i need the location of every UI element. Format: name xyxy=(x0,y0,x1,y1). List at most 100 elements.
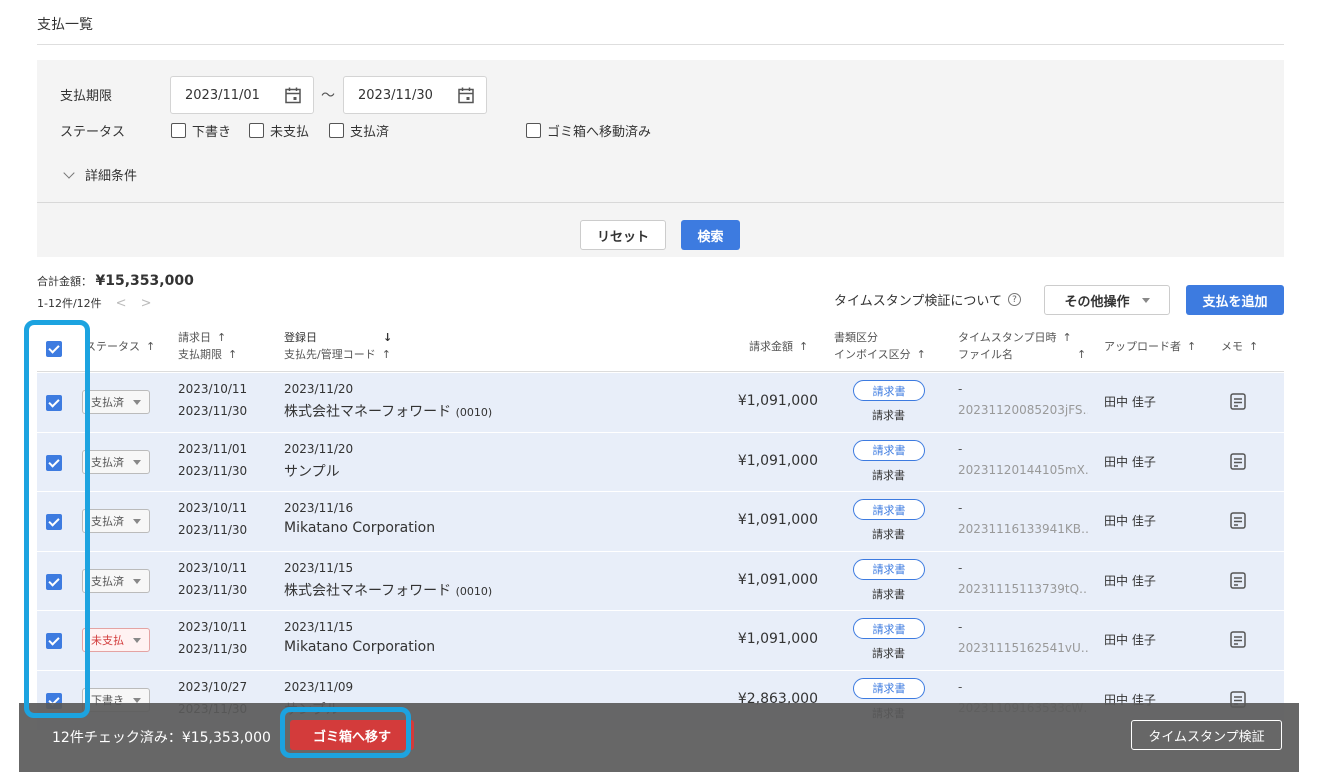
memo-icon[interactable] xyxy=(1230,631,1246,649)
file-name-link[interactable]: 20231115162541vU… xyxy=(958,641,1088,655)
header-reg-date[interactable]: 登録日 ↓ xyxy=(284,330,392,346)
memo-icon[interactable] xyxy=(1230,393,1246,410)
total-label: 合計金額： xyxy=(37,275,92,288)
calendar-icon[interactable] xyxy=(458,87,474,104)
file-name-link[interactable]: 20231120085203jFS… xyxy=(958,403,1088,417)
file-name-link[interactable]: 20231120144105mX… xyxy=(958,463,1088,477)
detail-conditions-toggle[interactable]: 詳細条件 xyxy=(63,165,137,184)
invoice-date: 2023/10/11 xyxy=(178,560,248,575)
file-name-link[interactable]: 20231116133941KB… xyxy=(958,522,1088,536)
registration-date: 2023/11/20 xyxy=(284,441,354,456)
checkbox[interactable] xyxy=(171,123,186,138)
partner-name[interactable]: 株式会社マネーフォワード (0010) xyxy=(284,401,492,421)
partner-name[interactable]: Mikatano Corporation xyxy=(284,520,435,536)
sort-arrow-icon[interactable]: ↑ xyxy=(1187,340,1196,353)
sort-arrow-icon[interactable]: ↑ xyxy=(1249,340,1258,353)
invoice-type: 請求書 xyxy=(872,587,905,601)
partner-label: Mikatano Corporation xyxy=(284,520,436,537)
prev-page-button[interactable]: < xyxy=(116,296,127,311)
doc-type-badge: 請求書 xyxy=(853,677,925,699)
memo-icon[interactable] xyxy=(1230,512,1246,529)
partner-label: 株式会社マネーフォワード xyxy=(284,582,452,599)
title-divider xyxy=(37,44,1284,45)
registration-date: 2023/11/15 xyxy=(284,620,354,635)
header-file-name[interactable]: ファイル名 ↑ xyxy=(958,347,1086,363)
memo-icon[interactable] xyxy=(1230,452,1246,470)
table-row[interactable]: 未支払 2023/10/11 2023/11/30 2023/11/15 Mikatan… xyxy=(37,611,1284,671)
sort-arrow-icon[interactable]: ↑ xyxy=(799,340,808,353)
search-button[interactable]: 検索 xyxy=(681,220,740,250)
table-row[interactable]: 支払済 2023/11/01 2023/11/30 2023/11/20 サンプル ¥1… xyxy=(37,432,1284,493)
status-option-paid[interactable]: 支払済 xyxy=(329,121,389,140)
date-range-tilde: ～ xyxy=(321,88,335,104)
sort-arrow-icon[interactable]: ↑ xyxy=(1062,331,1071,344)
due-date: 2023/11/30 xyxy=(178,404,248,418)
sort-arrow-icon[interactable]: ↑ xyxy=(217,331,226,344)
partner-name[interactable]: Mikatano Corporation xyxy=(284,639,435,655)
partner-name[interactable]: サンプル xyxy=(284,461,340,481)
header-partner[interactable]: 支払先/管理コード ↑ xyxy=(284,347,391,363)
status-option-label: 下書き xyxy=(192,125,232,140)
checkbox[interactable] xyxy=(249,123,264,138)
status-dropdown[interactable]: 支払済 xyxy=(82,509,150,534)
invoice-date: 2023/10/27 xyxy=(178,679,248,694)
sort-arrow-icon[interactable]: ↑ xyxy=(228,348,237,361)
status-option-unpaid[interactable]: 未支払 xyxy=(249,121,309,140)
trash-filter-option[interactable]: ゴミ箱へ移動済み xyxy=(526,121,651,140)
reset-button[interactable]: リセット xyxy=(580,220,666,250)
header-uploader[interactable]: アップロード者 ↑ xyxy=(1104,339,1196,355)
table-header: ステータス ↑ 請求日 ↑ 支払期限 ↑ 登録日 ↓ 支払先/管理コード ↑ 請求金額 ↑ … xyxy=(37,326,1284,372)
header-ts-date[interactable]: タイムスタンプ日時 ↑ xyxy=(958,330,1072,346)
amount: ¥1,091,000 xyxy=(737,393,818,409)
header-amount[interactable]: 請求金額 ↑ xyxy=(749,339,808,355)
timestamp-verify-button[interactable]: タイムスタンプ検証 xyxy=(1131,720,1282,750)
invoice-type: 請求書 xyxy=(872,647,905,661)
status-dropdown[interactable]: 支払済 xyxy=(82,449,150,474)
header-invoice-date[interactable]: 請求日 ↑ xyxy=(178,330,226,346)
caret-down-icon xyxy=(133,519,141,525)
invoice-type: 請求書 xyxy=(872,409,905,422)
sort-arrow-icon[interactable]: ↓ xyxy=(383,331,392,344)
partner-label: 株式会社マネーフォワード xyxy=(284,404,452,420)
uploader: 田中 佳子 xyxy=(1104,454,1156,469)
header-due-date[interactable]: 支払期限 ↑ xyxy=(178,347,237,363)
status-dropdown[interactable]: 支払済 xyxy=(82,568,150,593)
date-from-input[interactable]: 2023/11/01 xyxy=(170,76,314,114)
uploader: 田中 佳子 xyxy=(1104,633,1156,648)
other-operations-dropdown[interactable]: その他操作 xyxy=(1044,285,1170,315)
memo-icon[interactable] xyxy=(1230,572,1246,589)
table-row[interactable]: 支払済 2023/10/11 2023/11/30 2023/11/15 株式会社マネー… xyxy=(37,551,1284,612)
sort-arrow-icon[interactable]: ↑ xyxy=(146,340,155,353)
header-status[interactable]: ステータス ↑ xyxy=(85,339,155,355)
timestamp-help-link[interactable]: タイムスタンプ検証について? xyxy=(834,290,1021,309)
status-dropdown[interactable]: 未支払 xyxy=(82,628,150,653)
partner-name[interactable]: 株式会社マネーフォワード (0010) xyxy=(284,580,492,600)
add-payment-button[interactable]: 支払を追加 xyxy=(1186,285,1284,315)
sort-arrow-icon[interactable]: ↑ xyxy=(1077,348,1086,361)
timestamp-date: - xyxy=(958,679,963,694)
chevron-down-icon xyxy=(63,166,75,179)
status-option-draft[interactable]: 下書き xyxy=(171,121,231,140)
date-to-input[interactable]: 2023/11/30 xyxy=(343,76,487,114)
status-label: 未支払 xyxy=(91,634,124,648)
next-page-button[interactable]: > xyxy=(141,296,152,311)
status-dropdown[interactable]: 支払済 xyxy=(82,390,150,414)
header-label: 登録日 xyxy=(284,331,317,344)
status-option-label: 支払済 xyxy=(350,125,390,140)
invoice-date: 2023/10/11 xyxy=(178,620,248,635)
status-label: 支払済 xyxy=(91,396,124,409)
partner-code: (0010) xyxy=(455,406,493,419)
header-invoice-type[interactable]: インボイス区分 ↑ xyxy=(834,347,926,363)
caret-down-icon xyxy=(133,400,141,405)
header-memo[interactable]: メモ ↑ xyxy=(1221,339,1258,355)
calendar-icon[interactable] xyxy=(285,87,301,104)
table-row[interactable]: 支払済 2023/10/11 2023/11/30 2023/11/16 Mikatan… xyxy=(37,492,1284,552)
file-name-link[interactable]: 20231115113739tQ… xyxy=(958,582,1088,596)
header-label: アップロード者 xyxy=(1104,340,1181,353)
sort-arrow-icon[interactable]: ↑ xyxy=(917,348,926,361)
table-row[interactable]: 支払済 2023/10/11 2023/11/30 2023/11/20 株式会社マネー… xyxy=(37,373,1284,433)
sort-arrow-icon[interactable]: ↑ xyxy=(382,348,391,361)
checkbox[interactable] xyxy=(329,123,344,138)
help-icon[interactable]: ? xyxy=(1007,293,1021,306)
checkbox[interactable] xyxy=(526,123,541,138)
